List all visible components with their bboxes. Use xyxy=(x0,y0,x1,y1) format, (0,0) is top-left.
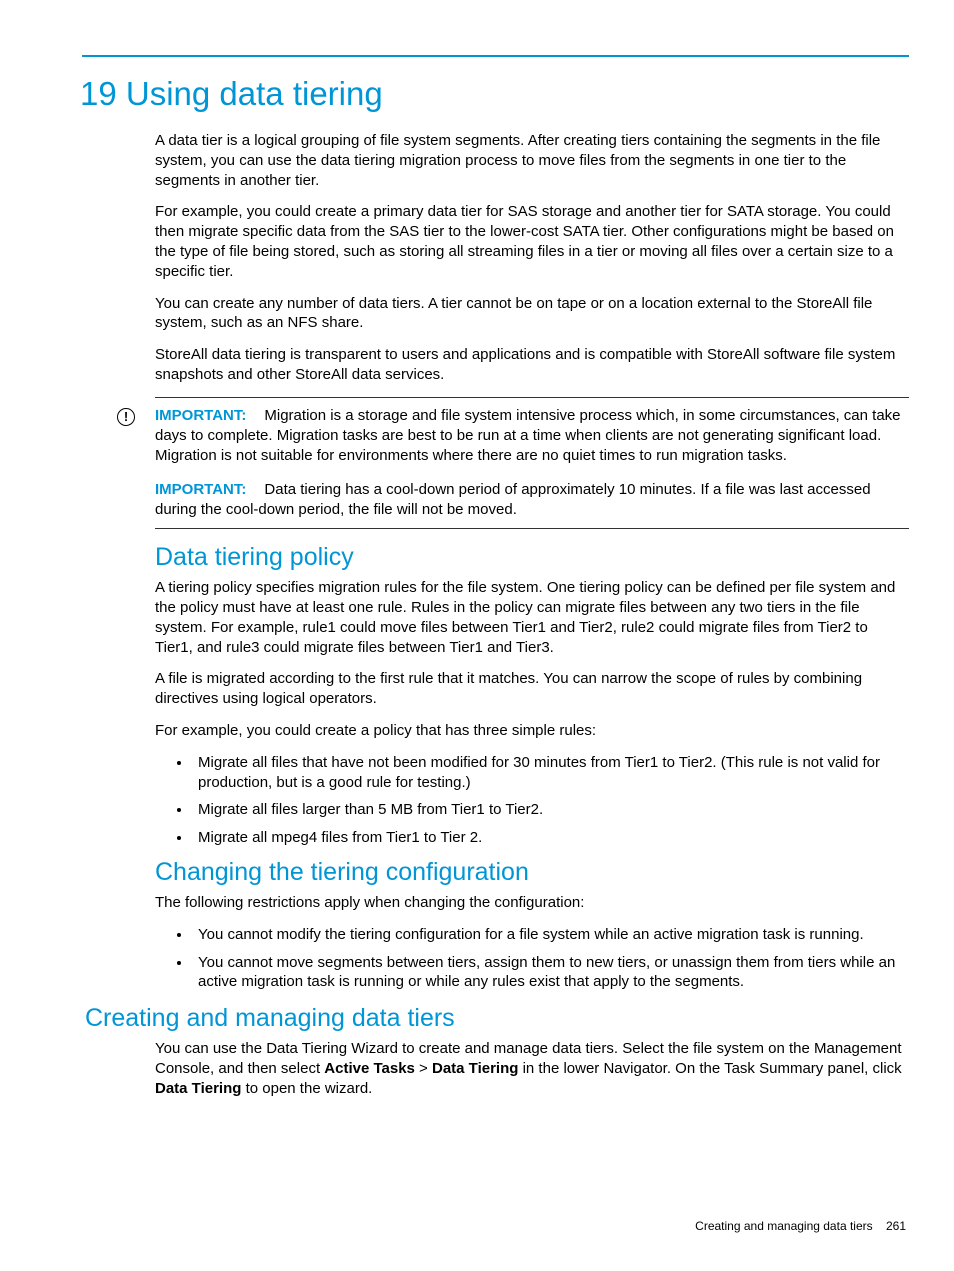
creating-gt: > xyxy=(415,1060,432,1077)
chapter-heading: Using data tiering xyxy=(126,75,383,112)
changing-intro: The following restrictions apply when ch… xyxy=(155,893,909,913)
important-text-1: IMPORTANT:Migration is a storage and fil… xyxy=(155,406,909,466)
important-note: ! IMPORTANT:Migration is a storage and f… xyxy=(155,397,909,529)
heading-policy: Data tiering policy xyxy=(155,543,909,572)
creating-b1: Active Tasks xyxy=(324,1060,415,1077)
list-item: You cannot modify the tiering configurat… xyxy=(192,925,909,945)
creating-p1: You can use the Data Tiering Wizard to c… xyxy=(155,1039,909,1098)
important-label: IMPORTANT: xyxy=(155,407,246,424)
list-item: Migrate all mpeg4 files from Tier1 to Ti… xyxy=(192,828,909,848)
list-item: You cannot move segments between tiers, … xyxy=(192,953,909,993)
creating-post: to open the wizard. xyxy=(241,1080,372,1097)
footer-text: Creating and managing data tiers xyxy=(695,1219,872,1233)
chapter-number: 19 xyxy=(80,75,117,112)
important-label-2: IMPORTANT: xyxy=(155,481,246,498)
changing-bullets: You cannot modify the tiering configurat… xyxy=(192,925,909,992)
intro-p2: For example, you could create a primary … xyxy=(155,202,909,281)
footer-page-number: 261 xyxy=(886,1219,906,1233)
policy-p3: For example, you could create a policy t… xyxy=(155,721,909,741)
list-item: Migrate all files larger than 5 MB from … xyxy=(192,800,909,820)
top-rule xyxy=(82,55,909,57)
intro-p1: A data tier is a logical grouping of fil… xyxy=(155,131,909,190)
policy-p1: A tiering policy specifies migration rul… xyxy=(155,578,909,657)
chapter-title: 19 Using data tiering xyxy=(80,75,909,113)
heading-creating: Creating and managing data tiers xyxy=(85,1004,909,1033)
important-body-1: Migration is a storage and file system i… xyxy=(155,407,901,464)
intro-p4: StoreAll data tiering is transparent to … xyxy=(155,345,909,385)
important-icon: ! xyxy=(117,408,135,426)
intro-p3: You can create any number of data tiers.… xyxy=(155,294,909,334)
creating-mid: in the lower Navigator. On the Task Summ… xyxy=(518,1060,901,1077)
policy-p2: A file is migrated according to the firs… xyxy=(155,669,909,709)
creating-b2: Data Tiering xyxy=(432,1060,518,1077)
important-text-2: IMPORTANT:Data tiering has a cool-down p… xyxy=(155,480,909,520)
page-footer: Creating and managing data tiers 261 xyxy=(695,1219,906,1233)
heading-changing: Changing the tiering configuration xyxy=(155,858,909,887)
list-item: Migrate all files that have not been mod… xyxy=(192,753,909,793)
creating-b3: Data Tiering xyxy=(155,1080,241,1097)
policy-bullets: Migrate all files that have not been mod… xyxy=(192,753,909,848)
important-body-2: Data tiering has a cool-down period of a… xyxy=(155,481,871,518)
